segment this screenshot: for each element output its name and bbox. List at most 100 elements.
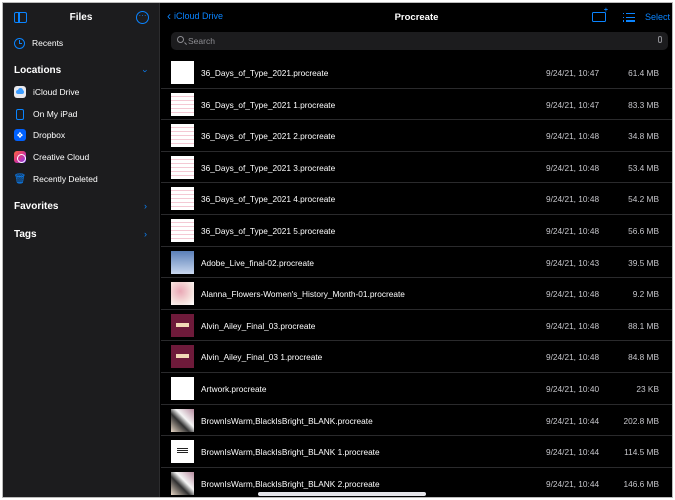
file-date: 9/24/21, 10:40 — [546, 383, 600, 394]
file-thumbnail — [171, 471, 194, 495]
file-size: 202.8 MB — [623, 415, 659, 426]
icloud-icon — [14, 86, 26, 98]
sidebar-item-recents[interactable]: Recents — [14, 35, 63, 51]
file-name: Artwork.procreate — [201, 383, 267, 394]
file-row[interactable]: 36_Days_of_Type_2021 2.procreate 9/24/21,… — [161, 120, 672, 152]
sidebar-item-on-my-ipad[interactable]: On My iPad — [14, 106, 77, 122]
file-row[interactable]: Alvin_Ailey_Final_03 1.procreate 9/24/21,… — [161, 341, 672, 373]
file-name: BrownIsWarm,BlackIsBright_BLANK 2.procre… — [201, 478, 380, 489]
file-size: 39.5 MB — [628, 257, 659, 268]
sidebar-item-label: Recents — [32, 38, 64, 48]
file-name: 36_Days_of_Type_2021 2.procreate — [201, 131, 336, 142]
file-size: 61.4 MB — [628, 68, 659, 78]
file-name: 36_Days_of_Type_2021 1.procreate — [201, 99, 336, 110]
file-date: 9/24/21, 10:48 — [546, 352, 600, 363]
sidebar-item-label: iCloud Drive — [33, 87, 80, 97]
sidebar-item-label: Creative Cloud — [33, 152, 90, 162]
file-size: 56.6 MB — [628, 225, 659, 236]
list-view-icon[interactable] — [623, 13, 635, 23]
file-thumbnail — [171, 313, 194, 337]
file-row[interactable]: BrownIsWarm,BlackIsBright_BLANK.procreat… — [161, 405, 672, 437]
file-size: 23 KB — [636, 383, 659, 394]
file-thumbnail — [171, 218, 194, 242]
sidebar-header: Files ··· — [3, 3, 159, 33]
more-options-icon[interactable]: ··· — [136, 11, 149, 24]
file-row[interactable]: 36_Days_of_Type_2021 3.procreate 9/24/21,… — [161, 152, 672, 184]
file-thumbnail — [171, 440, 194, 464]
section-locations-header[interactable]: Locations — [14, 65, 61, 76]
file-name: Alvin_Ailey_Final_03.procreate — [201, 320, 316, 331]
file-thumbnail — [171, 345, 194, 369]
sidebar-item-label: Recently Deleted — [33, 174, 98, 184]
sidebar-item-recently-deleted[interactable]: 🗑 Recently Deleted — [14, 171, 98, 187]
file-size: 53.4 MB — [628, 162, 659, 173]
file-row[interactable]: Artwork.procreate 9/24/21, 10:40 23 KB — [161, 373, 672, 405]
section-favorites-header[interactable]: Favorites — [14, 201, 58, 212]
file-date: 9/24/21, 10:48 — [546, 131, 600, 142]
section-tags-header[interactable]: Tags — [14, 229, 37, 240]
search-icon — [177, 36, 184, 43]
file-thumbnail — [171, 250, 194, 274]
file-name: 36_Days_of_Type_2021 4.procreate — [201, 194, 336, 205]
search-bar[interactable] — [171, 32, 668, 50]
file-size: 84.8 MB — [628, 352, 659, 363]
file-size: 88.1 MB — [628, 320, 659, 331]
new-folder-icon[interactable] — [592, 7, 608, 22]
file-size: 83.3 MB — [628, 99, 659, 110]
sidebar: Files ··· Recents Locations › iCloud Dri… — [3, 3, 160, 497]
search-input[interactable] — [188, 34, 628, 48]
file-date: 9/24/21, 10:44 — [546, 478, 600, 489]
file-name: Alvin_Ailey_Final_03 1.procreate — [201, 352, 323, 363]
file-thumbnail — [171, 376, 194, 400]
file-date: 9/24/21, 10:48 — [546, 162, 600, 173]
file-date: 9/24/21, 10:48 — [546, 194, 600, 205]
file-size: 34.8 MB — [628, 131, 659, 142]
file-size: 146.6 MB — [623, 478, 659, 489]
trash-icon: 🗑 — [13, 173, 27, 185]
file-row[interactable]: BrownIsWarm,BlackIsBright_BLANK 1.procre… — [161, 436, 672, 468]
file-thumbnail — [171, 124, 194, 148]
file-row[interactable]: 36_Days_of_Type_2021.procreate 9/24/21, 1… — [161, 57, 672, 89]
microphone-icon[interactable] — [658, 36, 662, 43]
chevron-down-icon[interactable]: › — [141, 70, 151, 73]
chevron-right-icon[interactable]: › — [144, 229, 147, 239]
file-date: 9/24/21, 10:48 — [546, 289, 600, 300]
file-date: 9/24/21, 10:48 — [546, 225, 600, 236]
file-name: Alanna_Flowers-Women's_History_Month-01.… — [201, 289, 405, 300]
file-name: BrownIsWarm,BlackIsBright_BLANK 1.procre… — [201, 447, 380, 458]
files-app-window: Files ··· Recents Locations › iCloud Dri… — [2, 2, 673, 498]
sidebar-item-dropbox[interactable]: ❖ Dropbox — [14, 127, 65, 143]
file-name: BrownIsWarm,BlackIsBright_BLANK.procreat… — [201, 415, 373, 426]
sidebar-item-label: On My iPad — [33, 109, 78, 119]
sidebar-item-creative-cloud[interactable]: Creative Cloud — [14, 149, 89, 165]
file-date: 9/24/21, 10:47 — [546, 99, 600, 110]
file-date: 9/24/21, 10:44 — [546, 447, 600, 458]
creative-cloud-icon — [14, 151, 26, 163]
file-name: 36_Days_of_Type_2021 5.procreate — [201, 225, 336, 236]
file-row[interactable]: Alvin_Ailey_Final_03.procreate 9/24/21, 1… — [161, 310, 672, 342]
file-thumbnail — [171, 282, 194, 306]
file-name: Adobe_Live_final-02.procreate — [201, 257, 315, 268]
file-date: 9/24/21, 10:48 — [546, 320, 600, 331]
file-row[interactable]: 36_Days_of_Type_2021 4.procreate 9/24/21,… — [161, 183, 672, 215]
home-indicator[interactable] — [258, 492, 426, 496]
file-size: 114.5 MB — [624, 447, 659, 458]
file-thumbnail — [171, 155, 194, 179]
file-thumbnail — [171, 61, 194, 84]
dropbox-icon: ❖ — [14, 129, 26, 141]
file-row[interactable]: 36_Days_of_Type_2021 5.procreate 9/24/21,… — [161, 215, 672, 247]
file-row[interactable]: 36_Days_of_Type_2021 1.procreate 9/24/21,… — [161, 89, 672, 121]
file-size: 9.2 MB — [632, 289, 659, 300]
file-list: 36_Days_of_Type_2021.procreate 9/24/21, 1… — [161, 57, 672, 497]
file-row[interactable]: Alanna_Flowers-Women's_History_Month-01.… — [161, 278, 672, 310]
file-size: 54.2 MB — [628, 194, 659, 205]
file-date: 9/24/21, 10:47 — [546, 68, 600, 78]
navigation-bar: ‹ iCloud Drive Procreate Select — [161, 3, 672, 33]
file-date: 9/24/21, 10:43 — [546, 257, 600, 268]
chevron-right-icon[interactable]: › — [144, 201, 147, 211]
select-button[interactable]: Select — [645, 12, 670, 22]
file-thumbnail — [171, 187, 194, 211]
file-row[interactable]: Adobe_Live_final-02.procreate 9/24/21, 10… — [161, 247, 672, 279]
sidebar-item-icloud-drive[interactable]: iCloud Drive — [14, 84, 79, 100]
sidebar-item-label: Dropbox — [33, 130, 66, 140]
